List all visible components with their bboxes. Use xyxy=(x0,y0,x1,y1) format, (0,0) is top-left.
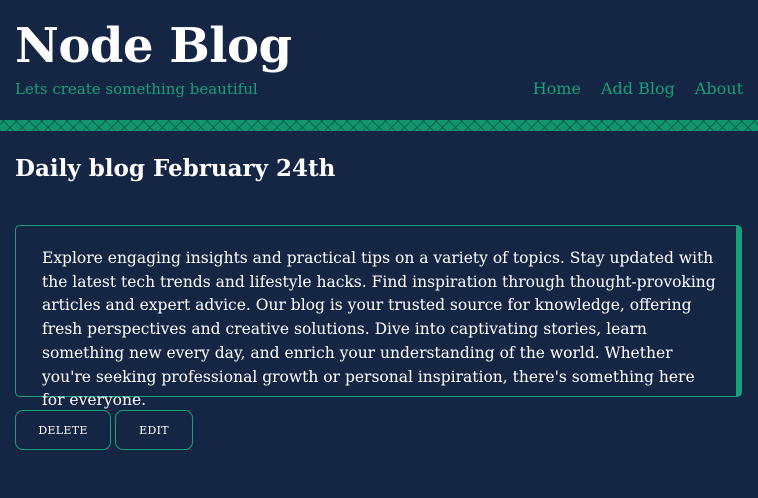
site-header: Node Blog Lets create something beautifu… xyxy=(0,0,758,120)
header-divider xyxy=(0,120,758,131)
site-title[interactable]: Node Blog xyxy=(15,16,292,76)
post-body: Explore engaging insights and practical … xyxy=(42,249,716,410)
edit-button[interactable]: EDIT xyxy=(115,410,193,450)
post-title: Daily blog February 24th xyxy=(15,155,336,182)
nav-link-add-blog[interactable]: Add Blog xyxy=(601,79,675,99)
nav-link-about[interactable]: About xyxy=(695,79,743,99)
post-card: Explore engaging insights and practical … xyxy=(15,225,742,409)
nav-link-home[interactable]: Home xyxy=(533,79,581,99)
delete-button[interactable]: DELETE xyxy=(15,410,111,450)
site-tagline: Lets create something beautiful xyxy=(15,80,258,98)
main-nav: Home Add Blog About xyxy=(513,79,743,99)
